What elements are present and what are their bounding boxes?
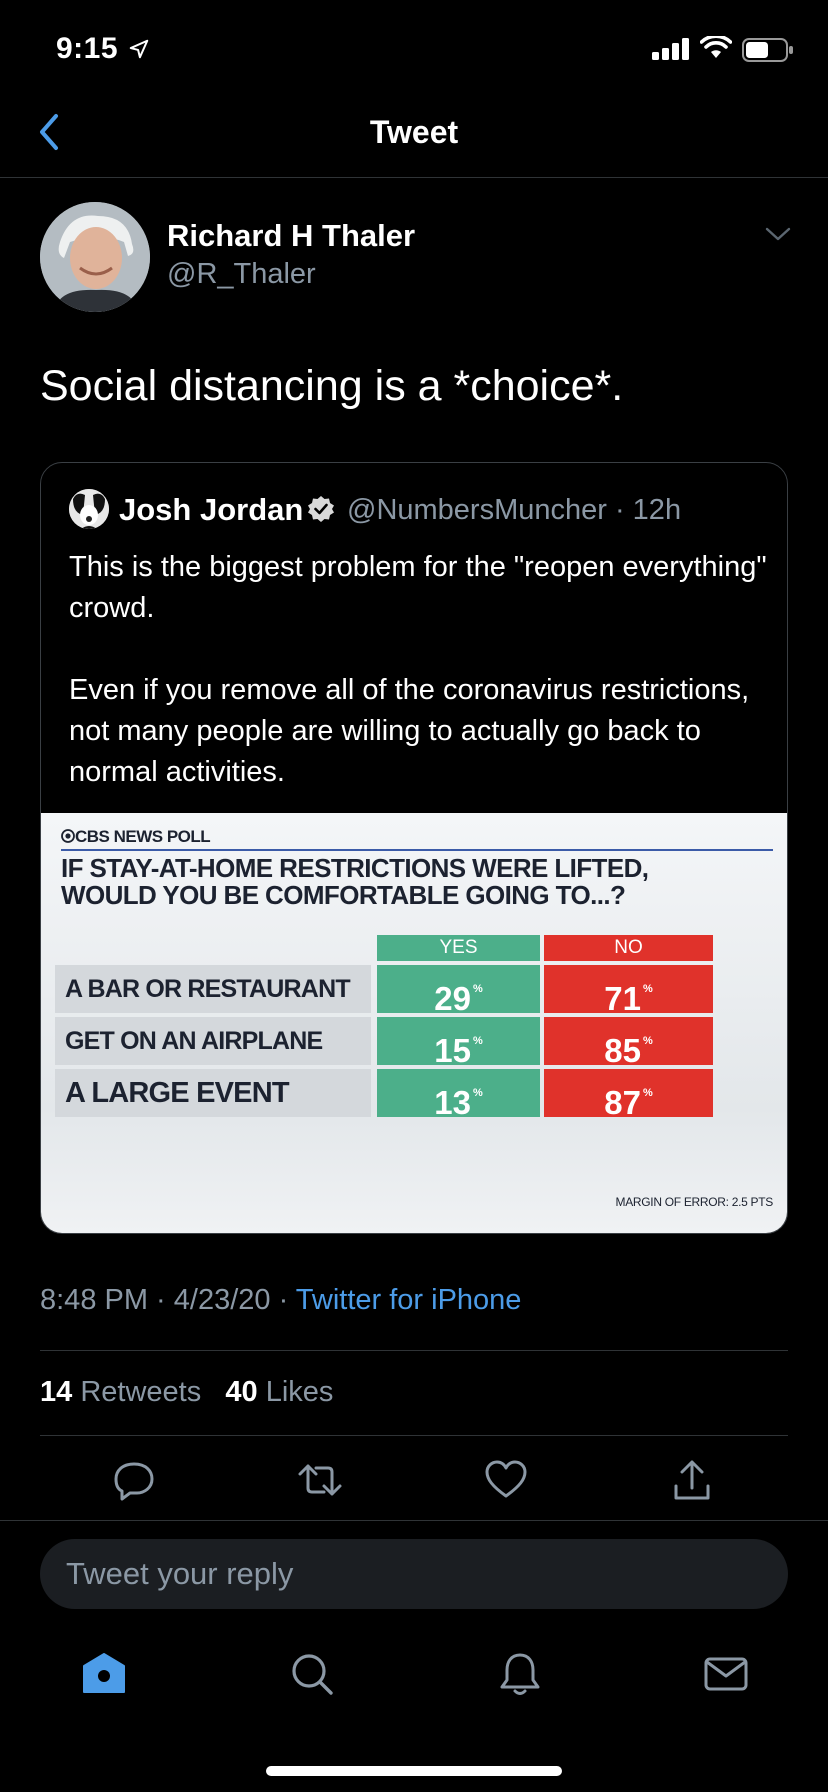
cellular-signal-icon [652,38,689,60]
poll-yes-value: 29% [377,965,540,1017]
search-icon[interactable] [288,1650,336,1698]
poll-brand: CBS NEWS POLL [61,827,211,847]
nav-bar: Tweet [0,100,828,178]
quote-text: This is the biggest problem for the "reo… [69,547,769,834]
quote-paragraph: This is the biggest problem for the "reo… [69,551,767,624]
poll-headline-line: IF STAY-AT-HOME RESTRICTIONS WERE LIFTED… [61,853,649,883]
home-indicator[interactable] [266,1766,562,1776]
poll-margin-of-error: MARGIN OF ERROR: 2.5 PTS [615,1195,774,1209]
author-avatar[interactable] [40,202,150,312]
poll-row-label: GET ON AN AIRPLANE [55,1017,371,1065]
reply-icon[interactable] [110,1456,158,1504]
divider [0,1520,828,1521]
like-count[interactable]: 40 [225,1376,257,1408]
author-name[interactable]: Richard H Thaler [167,218,415,254]
notifications-icon[interactable] [496,1650,544,1698]
dog-photo-icon [69,489,109,529]
home-icon[interactable] [80,1650,128,1698]
poll-no-header: NO [544,935,713,961]
poll-yes-value: 13% [377,1069,540,1121]
reply-input[interactable]: Tweet your reply [40,1539,788,1609]
poll-yes-header: YES [377,935,540,961]
tweet-actions [0,1456,828,1520]
author-handle[interactable]: @R_Thaler [167,258,316,291]
page-title: Tweet [369,114,459,150]
percent-mark: % [472,1087,483,1099]
poll-no-value: 87% [544,1069,713,1121]
verified-badge-icon [308,496,334,522]
like-icon[interactable] [482,1456,530,1504]
wifi-icon [700,36,732,58]
battery-icon [742,38,793,62]
percent-mark: % [642,1087,653,1099]
divider [40,1350,788,1351]
poll-row-label: A LARGE EVENT [55,1069,371,1117]
percent-mark: % [642,1035,653,1047]
like-label[interactable]: Likes [266,1376,334,1408]
quote-author-handle: @NumbersMuncher · 12h [347,494,682,526]
quote-author-name: Josh Jordan [119,492,304,527]
quoted-tweet[interactable]: Josh Jordan @NumbersMuncher · 12h This i… [40,462,788,1234]
status-time: 9:15 [56,32,119,65]
poll-headline: IF STAY-AT-HOME RESTRICTIONS WERE LIFTED… [61,853,649,910]
poll-no-value: 85% [544,1017,713,1069]
poll-yes-number: 15 [434,1032,471,1069]
poll-yes-number: 29 [434,980,471,1017]
chevron-down-icon[interactable] [764,224,792,244]
percent-mark: % [642,983,653,995]
location-arrow-icon [129,39,149,59]
retweet-label[interactable]: Retweets [80,1376,201,1408]
quote-author-avatar [69,489,109,529]
poll-yes-number: 13 [434,1084,471,1121]
retweet-icon[interactable] [296,1456,344,1504]
poll-yes-value: 15% [377,1017,540,1069]
quote-paragraph: Even if you remove all of the coronaviru… [69,674,750,788]
percent-mark: % [472,1035,483,1047]
poll-no-value: 71% [544,965,713,1017]
tweet-text: Social distancing is a *choice*. [40,362,624,410]
poll-row-label: A BAR OR RESTAURANT [55,965,371,1013]
percent-mark: % [472,983,483,995]
person-photo-icon [40,202,150,312]
poll-image[interactable]: CBS NEWS POLL IF STAY-AT-HOME RESTRICTIO… [41,813,787,1233]
divider [40,1435,788,1436]
poll-headline-line: WOULD YOU BE COMFORTABLE GOING TO...? [61,880,626,910]
poll-no-number: 85 [604,1032,641,1069]
poll-brand-text: CBS NEWS POLL [75,827,211,846]
source-link[interactable]: Twitter for iPhone [296,1284,522,1316]
poll-no-number: 87 [604,1084,641,1121]
status-bar: 9:15 [0,0,828,100]
retweet-count[interactable]: 14 [40,1376,72,1408]
tweet-timestamp: 8:48 PM · 4/23/20 · Twitter for iPhone [40,1284,521,1317]
timestamp-text: 8:48 PM · 4/23/20 · [40,1284,296,1316]
tweet-stats: 14 Retweets 40 Likes [40,1376,333,1409]
share-icon[interactable] [668,1456,716,1504]
poll-rule [61,849,773,851]
messages-icon[interactable] [702,1650,750,1698]
poll-no-number: 71 [604,980,641,1017]
cbs-eye-logo-icon [61,829,75,843]
